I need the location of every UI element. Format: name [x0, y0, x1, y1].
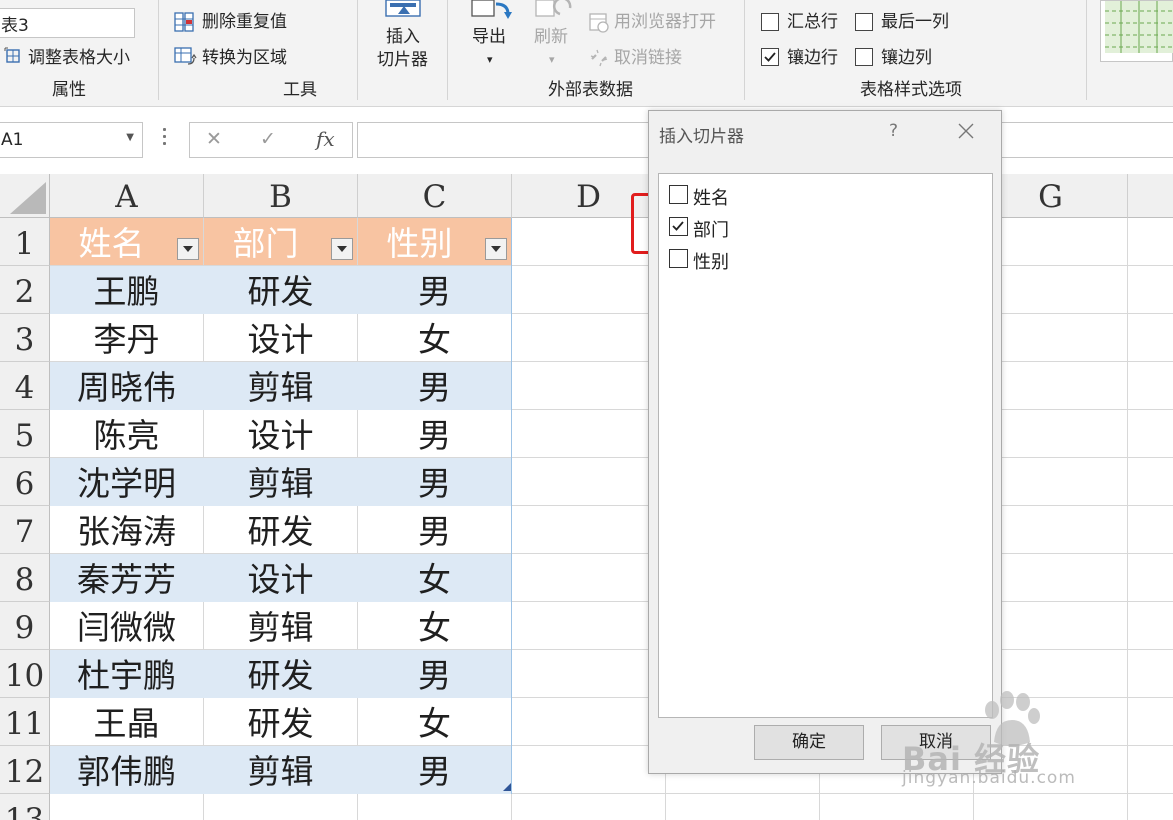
column-header-b[interactable]: B [204, 174, 358, 218]
row-header-9[interactable]: 9 [0, 602, 50, 650]
banded-columns-checkbox[interactable] [855, 48, 873, 66]
total-row-label: 汇总行 [787, 12, 838, 32]
convert-to-range-button[interactable]: 转换为区域 [202, 48, 287, 68]
column-header-a[interactable]: A [50, 174, 204, 218]
table-name-input[interactable] [0, 8, 135, 38]
refresh-label: 刷新 [534, 27, 568, 47]
group-label-tools: 工具 [283, 80, 317, 100]
chevron-down-icon: ▾ [549, 53, 555, 66]
resize-table-icon [4, 47, 22, 65]
checkmark-icon [764, 52, 776, 62]
slicer-field-label: 部门 [693, 220, 729, 241]
slicer-icon [382, 0, 424, 20]
cancel-icon[interactable]: ✕ [206, 128, 222, 150]
banded-rows-label: 镶边行 [787, 48, 838, 68]
group-label-style-options: 表格样式选项 [860, 80, 962, 100]
remove-duplicates-button[interactable]: 删除重复值 [202, 12, 287, 32]
ok-button[interactable]: 确定 [754, 725, 864, 760]
row-header-2[interactable]: 2 [0, 266, 50, 314]
slicer-field-checkbox[interactable] [669, 249, 688, 268]
open-in-browser-button[interactable]: 用浏览器打开 [614, 12, 716, 32]
banded-columns-label: 镶边列 [881, 48, 932, 68]
select-all-triangle-icon [10, 182, 46, 214]
row-header-1[interactable]: 1 [0, 218, 50, 266]
refresh-button[interactable]: 刷新 ▾ [528, 0, 578, 74]
row-header-7[interactable]: 7 [0, 506, 50, 554]
enter-icon[interactable]: ✓ [260, 128, 276, 150]
row-header-11[interactable]: 11 [0, 698, 50, 746]
unlink-button[interactable]: 取消链接 [614, 48, 682, 68]
name-box[interactable]: A1 ▼ [0, 122, 143, 158]
slicer-field-list: 姓名 部门 性别 [658, 173, 993, 718]
name-box-value: A1 [1, 130, 24, 150]
slicer-field-label: 姓名 [693, 188, 729, 209]
last-column-label: 最后一列 [881, 12, 949, 32]
slicer-field-item[interactable]: 性别 [669, 247, 869, 273]
help-icon[interactable]: ? [889, 121, 898, 141]
group-label-external-data: 外部表数据 [548, 80, 633, 100]
table-border [50, 218, 512, 794]
row-header-12[interactable]: 12 [0, 746, 50, 794]
row-header-8[interactable]: 8 [0, 554, 50, 602]
chevron-down-icon: ▾ [487, 53, 493, 66]
close-icon[interactable] [955, 120, 977, 142]
total-row-checkbox[interactable] [761, 13, 779, 31]
row-header-3[interactable]: 3 [0, 314, 50, 362]
insert-slicer-dialog: 插入切片器 ? 姓名 部门 性别 确定 取消 [648, 110, 1002, 774]
slicer-field-item[interactable]: 部门 [669, 215, 869, 241]
slicer-field-label: 性别 [693, 252, 729, 273]
convert-to-range-icon [174, 46, 198, 68]
dialog-title: 插入切片器 [659, 127, 744, 147]
column-header-filler [1128, 174, 1173, 218]
insert-slicer-label-1: 插入 [386, 27, 420, 47]
chevron-down-icon[interactable]: ▼ [126, 132, 134, 143]
row-header-10[interactable]: 10 [0, 650, 50, 698]
insert-function-icon[interactable]: fx [316, 127, 335, 151]
remove-duplicates-icon [174, 11, 196, 33]
export-icon [470, 0, 514, 22]
formula-bar-grip[interactable] [163, 128, 167, 150]
resize-table-button[interactable]: 调整表格大小 [28, 48, 130, 68]
table-style-thumbnail-icon [1105, 1, 1173, 53]
row-header-6[interactable]: 6 [0, 458, 50, 506]
export-button[interactable]: 导出 ▾ [462, 0, 522, 74]
refresh-icon [534, 0, 574, 22]
slicer-field-checkbox[interactable] [669, 217, 688, 236]
banded-rows-checkbox[interactable] [761, 48, 779, 66]
unlink-icon [588, 47, 610, 69]
column-header-c[interactable]: C [358, 174, 512, 218]
slicer-field-item[interactable]: 姓名 [669, 183, 869, 209]
ribbon: 调整表格大小 属性 删除重复值 转换为区域 工具 插入 切片器 导出 ▾ 刷新 … [0, 0, 1173, 107]
watermark-url: jingyan.baidu.com [902, 768, 1076, 788]
insert-slicer-label-2: 切片器 [377, 50, 428, 70]
checkmark-icon [672, 221, 684, 231]
insert-slicer-button[interactable]: 插入 切片器 [372, 0, 436, 74]
row-header-13[interactable]: 13 [0, 794, 50, 820]
select-all-corner[interactable] [0, 174, 50, 218]
export-label: 导出 [472, 27, 506, 47]
row-header-4[interactable]: 4 [0, 362, 50, 410]
row-header-5[interactable]: 5 [0, 410, 50, 458]
baidu-watermark: Bai 经验 jingyan.baidu.com [888, 690, 1168, 790]
last-column-checkbox[interactable] [855, 13, 873, 31]
open-in-browser-icon [588, 12, 610, 34]
table-style-gallery[interactable] [1100, 0, 1173, 62]
table-resize-handle-icon[interactable] [503, 783, 511, 791]
group-label-properties: 属性 [52, 80, 86, 100]
slicer-field-checkbox[interactable] [669, 185, 688, 204]
formula-buttons: ✕ ✓ fx [189, 122, 353, 158]
